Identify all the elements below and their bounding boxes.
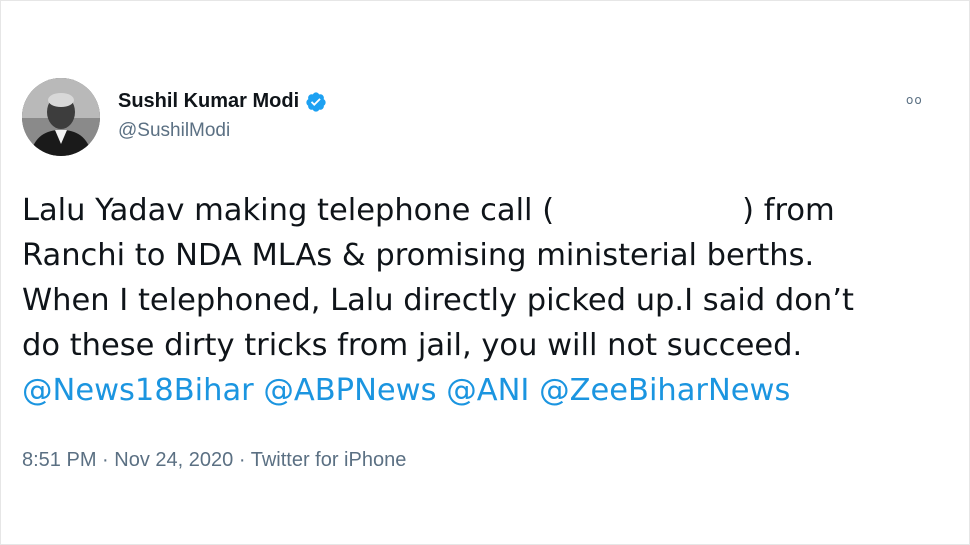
mention-link[interactable]: @News18Bihar — [22, 373, 254, 408]
tweet-line-4: do these dirty tricks from jail, you wil… — [22, 328, 803, 363]
author-name-row[interactable]: Sushil Kumar Modi — [118, 90, 327, 113]
mention-link[interactable]: @ABPNews — [263, 373, 436, 408]
author-handle[interactable]: @SushilModi — [118, 120, 230, 142]
tweet-date[interactable]: Nov 24, 2020 — [114, 449, 233, 471]
tweet-meta: 8:51 PM · Nov 24, 2020 · Twitter for iPh… — [22, 449, 406, 472]
more-options-icon[interactable]: oo — [906, 94, 923, 106]
meta-separator: · — [102, 449, 109, 471]
author-display-name[interactable]: Sushil Kumar Modi — [118, 90, 299, 113]
verified-badge-icon — [305, 91, 327, 113]
mention-link[interactable]: @ANI — [446, 373, 529, 408]
mention-link[interactable]: @ZeeBiharNews — [539, 373, 790, 408]
profile-photo — [22, 78, 100, 156]
tweet-line-2: Ranchi to NDA MLAs & promising ministeri… — [22, 238, 815, 273]
tweet-time[interactable]: 8:51 PM — [22, 449, 96, 471]
tweet-text: Lalu Yadav making telephone call ( ) from… — [22, 188, 932, 413]
tweet-mentions: @News18Bihar @ABPNews @ANI @ZeeBiharNews — [22, 368, 932, 413]
tweet-line-1-part-a: Lalu Yadav making telephone call ( — [22, 193, 555, 228]
tweet-line-1: Lalu Yadav making telephone call ( ) from — [22, 188, 932, 233]
tweet-source[interactable]: Twitter for iPhone — [251, 449, 407, 471]
tweet-line-3: When I telephoned, Lalu directly picked … — [22, 283, 854, 318]
tweet-line-1-part-b: ) from — [742, 193, 835, 228]
meta-separator: · — [238, 449, 246, 471]
avatar[interactable] — [22, 78, 100, 156]
